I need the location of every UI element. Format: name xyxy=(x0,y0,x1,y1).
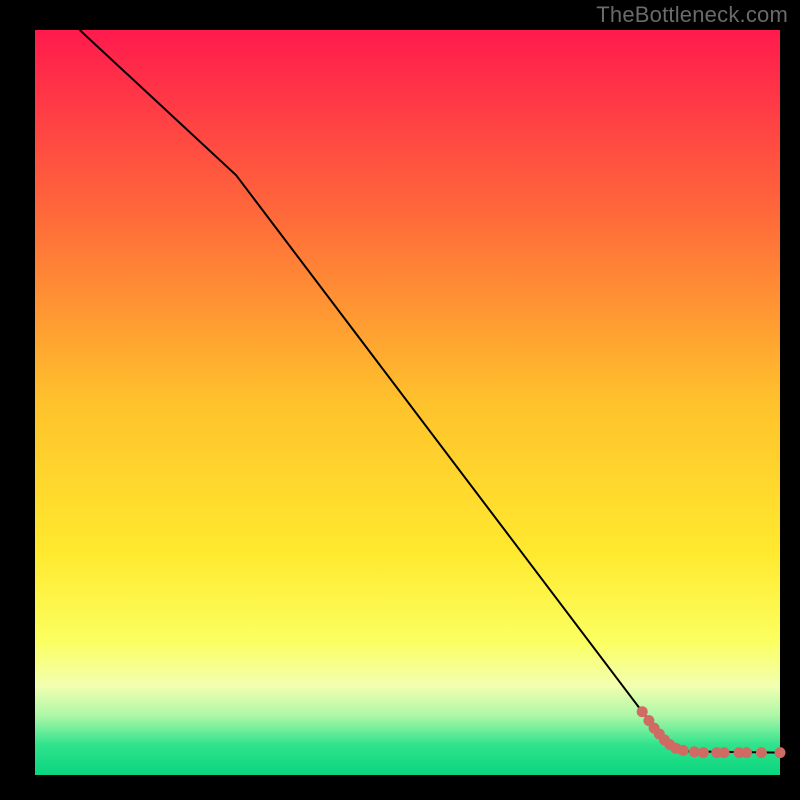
sample-point xyxy=(741,747,752,758)
sample-point xyxy=(698,747,709,758)
chart-svg xyxy=(0,0,800,800)
chart-container: TheBottleneck.com xyxy=(0,0,800,800)
watermark-text: TheBottleneck.com xyxy=(596,2,788,28)
sample-point xyxy=(775,747,786,758)
sample-point xyxy=(719,747,730,758)
sample-point xyxy=(637,706,648,717)
sample-point xyxy=(756,747,767,758)
sample-point xyxy=(678,745,689,756)
